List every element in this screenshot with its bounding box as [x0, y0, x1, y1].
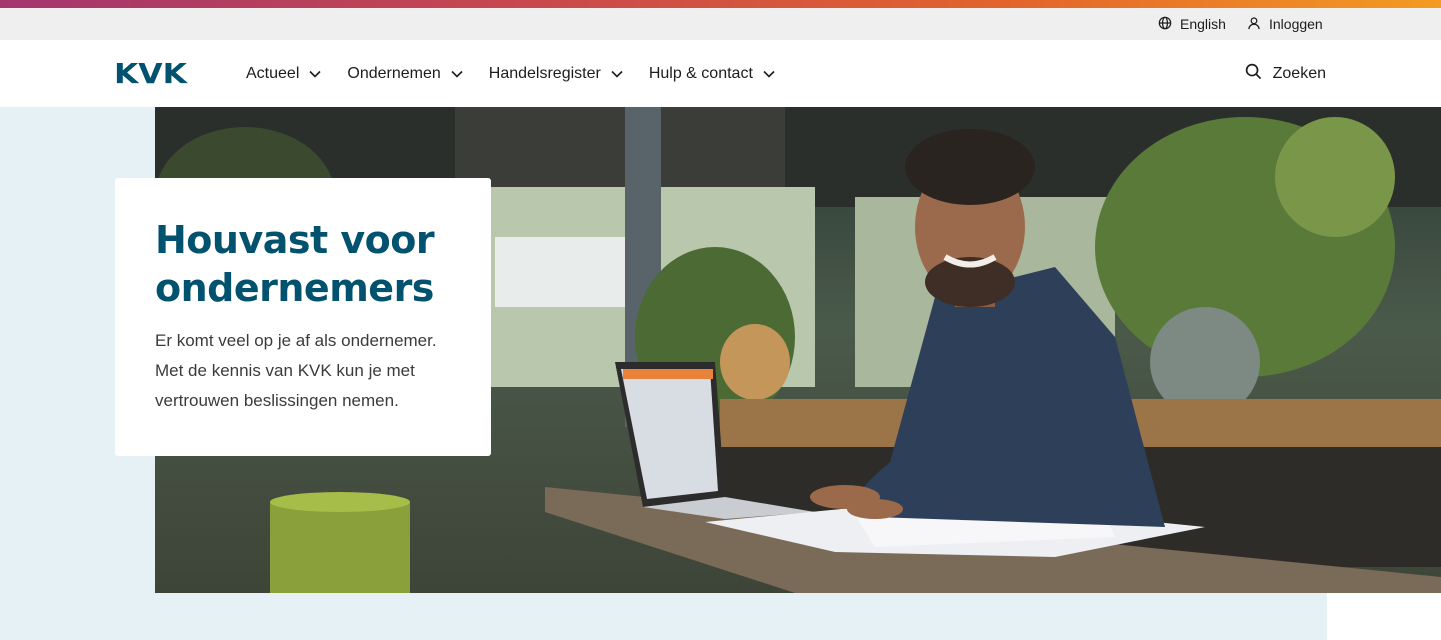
search-label: Zoeken [1272, 64, 1326, 82]
utility-bar: English Inloggen [0, 8, 1441, 40]
login-label: Inloggen [1269, 16, 1323, 32]
chevron-down-icon [309, 65, 321, 83]
hero-card: Houvast voor ondernemers Er komt veel op… [115, 178, 491, 456]
hero-description: Er komt veel op je af als ondernemer. Me… [155, 331, 437, 410]
search-icon [1245, 63, 1262, 85]
nav-item-label: Ondernemen [347, 64, 441, 82]
language-switch-link[interactable]: English [1158, 8, 1226, 40]
nav-item-label: Actueel [246, 64, 300, 82]
main-navigation: Actueel Ondernemen Handelsregister Hulp … [246, 40, 801, 107]
hero-title-line-2: ondernemers [155, 266, 434, 310]
hero-title: Houvast voor ondernemers [155, 216, 451, 312]
hero-title-line-1: Houvast voor [155, 218, 435, 262]
user-icon [1247, 16, 1261, 33]
chevron-down-icon [763, 65, 775, 83]
login-link[interactable]: Inloggen [1247, 8, 1323, 40]
kvk-logo[interactable]: KVK [114, 60, 187, 88]
chevron-down-icon [611, 65, 623, 83]
nav-item-actueel[interactable]: Actueel [246, 65, 321, 83]
nav-item-handelsregister[interactable]: Handelsregister [489, 65, 623, 83]
search-button[interactable]: Zoeken [1245, 40, 1326, 107]
brand-gradient-bar [0, 0, 1441, 8]
nav-item-hulp-contact[interactable]: Hulp & contact [649, 65, 775, 83]
nav-item-label: Handelsregister [488, 64, 601, 82]
main-header: KVK Actueel Ondernemen Handelsregister H… [0, 40, 1441, 107]
language-label: English [1180, 16, 1226, 32]
chevron-down-icon [451, 65, 463, 83]
nav-item-ondernemen[interactable]: Ondernemen [347, 64, 463, 83]
nav-item-label: Hulp & contact [648, 64, 753, 82]
globe-icon [1158, 16, 1172, 33]
